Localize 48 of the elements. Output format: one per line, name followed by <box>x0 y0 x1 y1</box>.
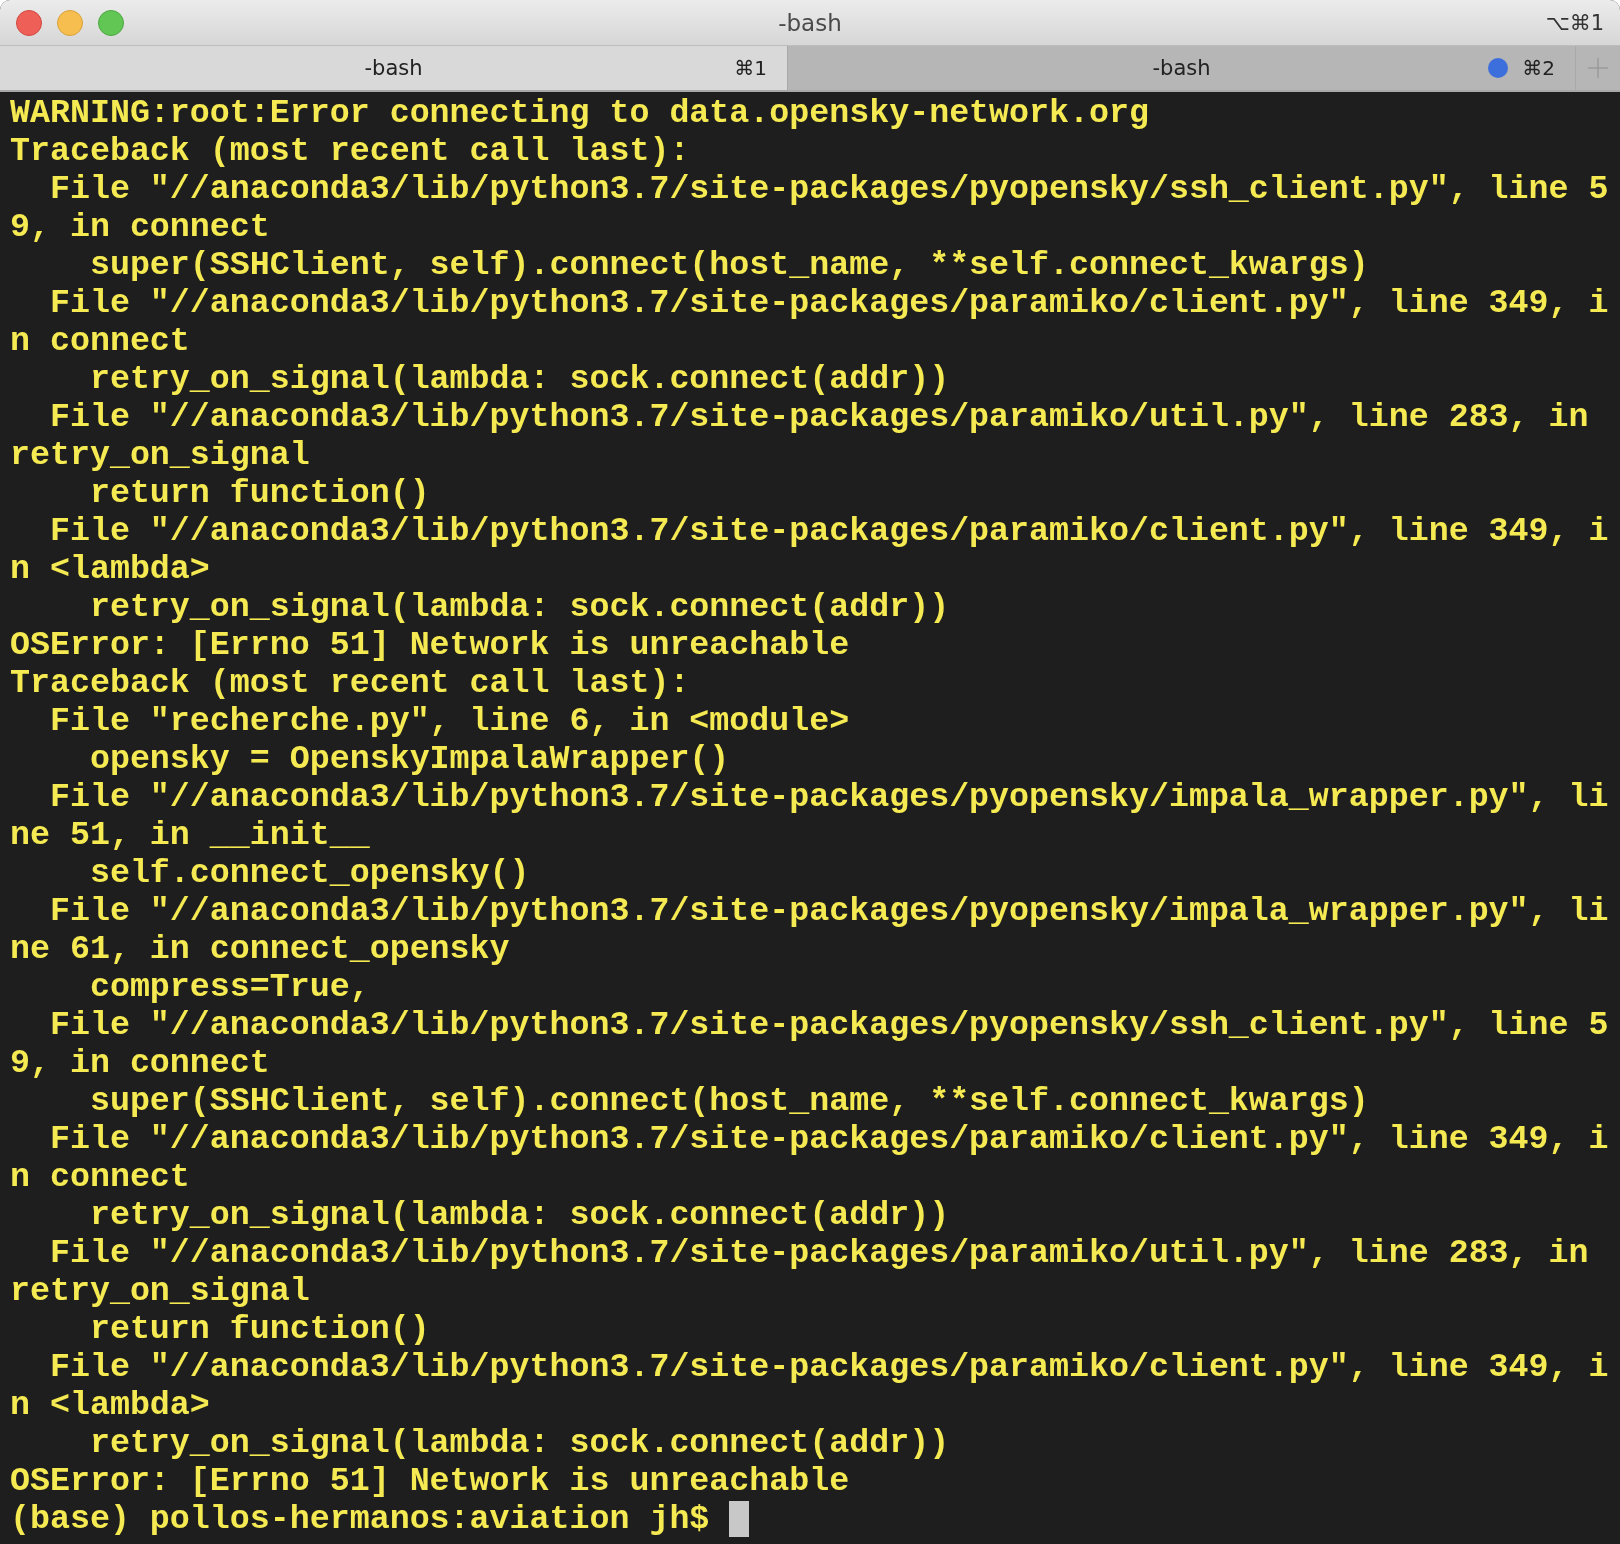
terminal-line: ne 51, in __init__ <box>10 816 370 854</box>
terminal-line: retry_on_signal(lambda: sock.connect(addr)) <box>88 1424 950 1462</box>
terminal-line: File "//anaconda3/lib/python3.7/site-packages/paramiko/client.py", line 349, i <box>48 1348 1609 1386</box>
terminal-line: File "//anaconda3/lib/python3.7/site-packages/pyopensky/impala_wrapper.py", li <box>48 778 1609 816</box>
terminal-line: File "//anaconda3/lib/python3.7/site-packages/paramiko/client.py", line 349, i <box>48 512 1609 550</box>
terminal-line: super(SSHClient, self).connect(host_name, **self.connect_kwargs) <box>88 246 1369 284</box>
terminal-line: File "//anaconda3/lib/python3.7/site-packages/paramiko/client.py", line 349, i <box>48 1120 1609 1158</box>
terminal-line: retry_on_signal <box>10 436 310 474</box>
terminal-line: File "//anaconda3/lib/python3.7/site-packages/pyopensky/ssh_client.py", line 5 <box>48 1006 1609 1044</box>
terminal-line: Traceback (most recent call last): <box>10 664 690 702</box>
terminal-line: n <lambda> <box>10 550 210 588</box>
terminal-line: File "//anaconda3/lib/python3.7/site-packages/paramiko/util.py", line 283, in <box>48 1234 1589 1272</box>
window-shortcut: ⌥⌘1 <box>1545 10 1605 35</box>
terminal-line: WARNING:root:Error connecting to data.opensky-network.org <box>10 94 1149 132</box>
zoom-button[interactable] <box>98 9 124 36</box>
terminal-line: n connect <box>10 322 190 360</box>
terminal-line: compress=True, <box>88 968 370 1006</box>
terminal-line: File "//anaconda3/lib/python3.7/site-packages/paramiko/util.py", line 283, in <box>48 398 1589 436</box>
terminal-line: File "//anaconda3/lib/python3.7/site-packages/paramiko/client.py", line 349, i <box>48 284 1609 322</box>
terminal-line: File "//anaconda3/lib/python3.7/site-packages/pyopensky/impala_wrapper.py", li <box>48 892 1609 930</box>
terminal-line: n connect <box>10 1158 190 1196</box>
terminal-tab[interactable]: -bash ⌘1 <box>0 46 788 90</box>
minimize-button[interactable] <box>57 9 83 36</box>
terminal-line: ne 61, in connect_opensky <box>10 930 510 968</box>
terminal-line: retry_on_signal <box>10 1272 310 1310</box>
terminal-line: 9, in connect <box>10 208 270 246</box>
terminal-line: retry_on_signal(lambda: sock.connect(addr)) <box>88 1196 950 1234</box>
terminal-line: Traceback (most recent call last): <box>10 132 690 170</box>
window-title: -bash <box>778 9 842 36</box>
plus-icon <box>1587 57 1609 79</box>
terminal-line: super(SSHClient, self).connect(host_name, **self.connect_kwargs) <box>88 1082 1369 1120</box>
shell-prompt: (base) pollos-hermanos:aviation jh$ <box>10 1500 710 1538</box>
text-cursor <box>729 1501 750 1537</box>
close-button[interactable] <box>16 9 42 36</box>
terminal-line: 9, in connect <box>10 1044 270 1082</box>
terminal-line: File "recherche.py", line 6, in <module> <box>48 702 850 740</box>
terminal-line: OSError: [Errno 51] Network is unreachable <box>10 1462 850 1500</box>
terminal-line: OSError: [Errno 51] Network is unreachable <box>10 626 850 664</box>
tab-shortcut: ⌘1 <box>734 56 767 80</box>
terminal-line: retry_on_signal(lambda: sock.connect(addr)) <box>88 360 950 398</box>
terminal-line: self.connect_opensky() <box>88 854 530 892</box>
terminal-line: retry_on_signal(lambda: sock.connect(addr)) <box>88 588 950 626</box>
terminal-line: return function() <box>88 1310 430 1348</box>
tab-shortcut: ⌘2 <box>1522 56 1555 80</box>
terminal-line: opensky = OpenskyImpalaWrapper() <box>88 740 730 778</box>
terminal-line: File "//anaconda3/lib/python3.7/site-packages/pyopensky/ssh_client.py", line 5 <box>48 170 1609 208</box>
terminal-line: return function() <box>88 474 430 512</box>
terminal-line: n <lambda> <box>10 1386 210 1424</box>
